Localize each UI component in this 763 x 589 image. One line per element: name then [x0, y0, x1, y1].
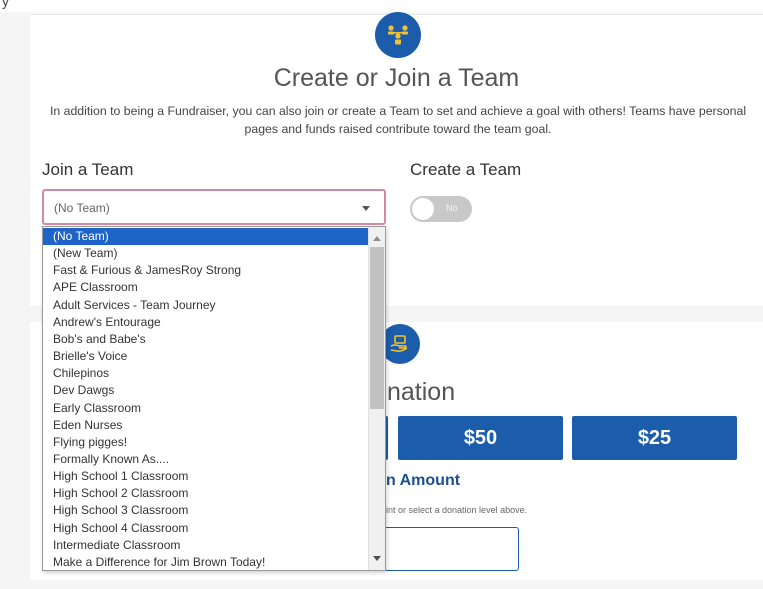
team-option[interactable]: High School 2 Classroom: [43, 485, 369, 502]
toggle-knob: [412, 198, 434, 220]
scroll-down-arrow-icon[interactable]: [373, 556, 381, 561]
team-people-icon: [375, 12, 421, 58]
create-team-label: Create a Team: [410, 160, 522, 179]
team-section-description: In addition to being a Fundraiser, you c…: [49, 104, 747, 136]
team-option[interactable]: High School 1 Classroom: [43, 468, 369, 485]
top-strip: y: [0, 0, 763, 12]
join-team-select-value: (No Team): [54, 201, 110, 215]
team-option[interactable]: Intermediate Classroom: [43, 537, 369, 554]
team-section-heading: Create or Join a Team: [273, 64, 520, 92]
team-option[interactable]: Early Classroom: [43, 400, 369, 417]
donation-hand-icon: [380, 324, 420, 364]
team-option[interactable]: Formally Known As....: [43, 451, 369, 468]
toggle-state-text: No: [446, 203, 458, 213]
donation-amount-50-button[interactable]: $50: [398, 416, 563, 460]
team-option[interactable]: (New Team): [43, 245, 369, 262]
team-option[interactable]: Bob's and Babe's: [43, 331, 369, 348]
team-option[interactable]: Fast & Furious & JamesRoy Strong: [43, 262, 369, 279]
team-dropdown-list[interactable]: (No Team) (New Team) Fast & Furious & Jame…: [42, 226, 386, 571]
team-option[interactable]: High School 3 Classroom: [43, 502, 369, 519]
team-option[interactable]: Eden Nurses: [43, 417, 369, 434]
donation-amount-25-button[interactable]: $25: [572, 416, 737, 460]
team-option[interactable]: Andrew's Entourage: [43, 314, 369, 331]
chevron-down-icon: [362, 206, 370, 211]
other-amount-hint: int or select a donation level above.: [386, 505, 528, 515]
other-amount-label: n Amount: [386, 472, 461, 489]
donation-heading: nation: [387, 378, 456, 406]
other-amount-input[interactable]: [380, 527, 519, 571]
team-option[interactable]: Flying pigges!: [43, 434, 369, 451]
team-option[interactable]: Make a Difference for Jim Brown Today!: [43, 554, 369, 570]
scroll-up-arrow-icon[interactable]: [373, 236, 381, 241]
team-option[interactable]: APE Classroom: [43, 279, 369, 296]
dropdown-scrollbar[interactable]: [368, 227, 385, 570]
join-team-select[interactable]: (No Team): [42, 189, 386, 225]
team-option[interactable]: Brielle's Voice: [43, 348, 369, 365]
scroll-thumb[interactable]: [370, 247, 384, 409]
team-option[interactable]: High School 4 Classroom: [43, 520, 369, 537]
team-option[interactable]: Chilepinos: [43, 365, 369, 382]
team-option[interactable]: Dev Dawgs: [43, 382, 369, 399]
team-option[interactable]: (No Team): [43, 228, 369, 245]
join-team-label: Join a Team: [42, 160, 134, 179]
team-option[interactable]: Adult Services - Team Journey: [43, 297, 369, 314]
top-text-fragment: y: [2, 0, 9, 9]
create-team-toggle[interactable]: No: [410, 196, 472, 222]
